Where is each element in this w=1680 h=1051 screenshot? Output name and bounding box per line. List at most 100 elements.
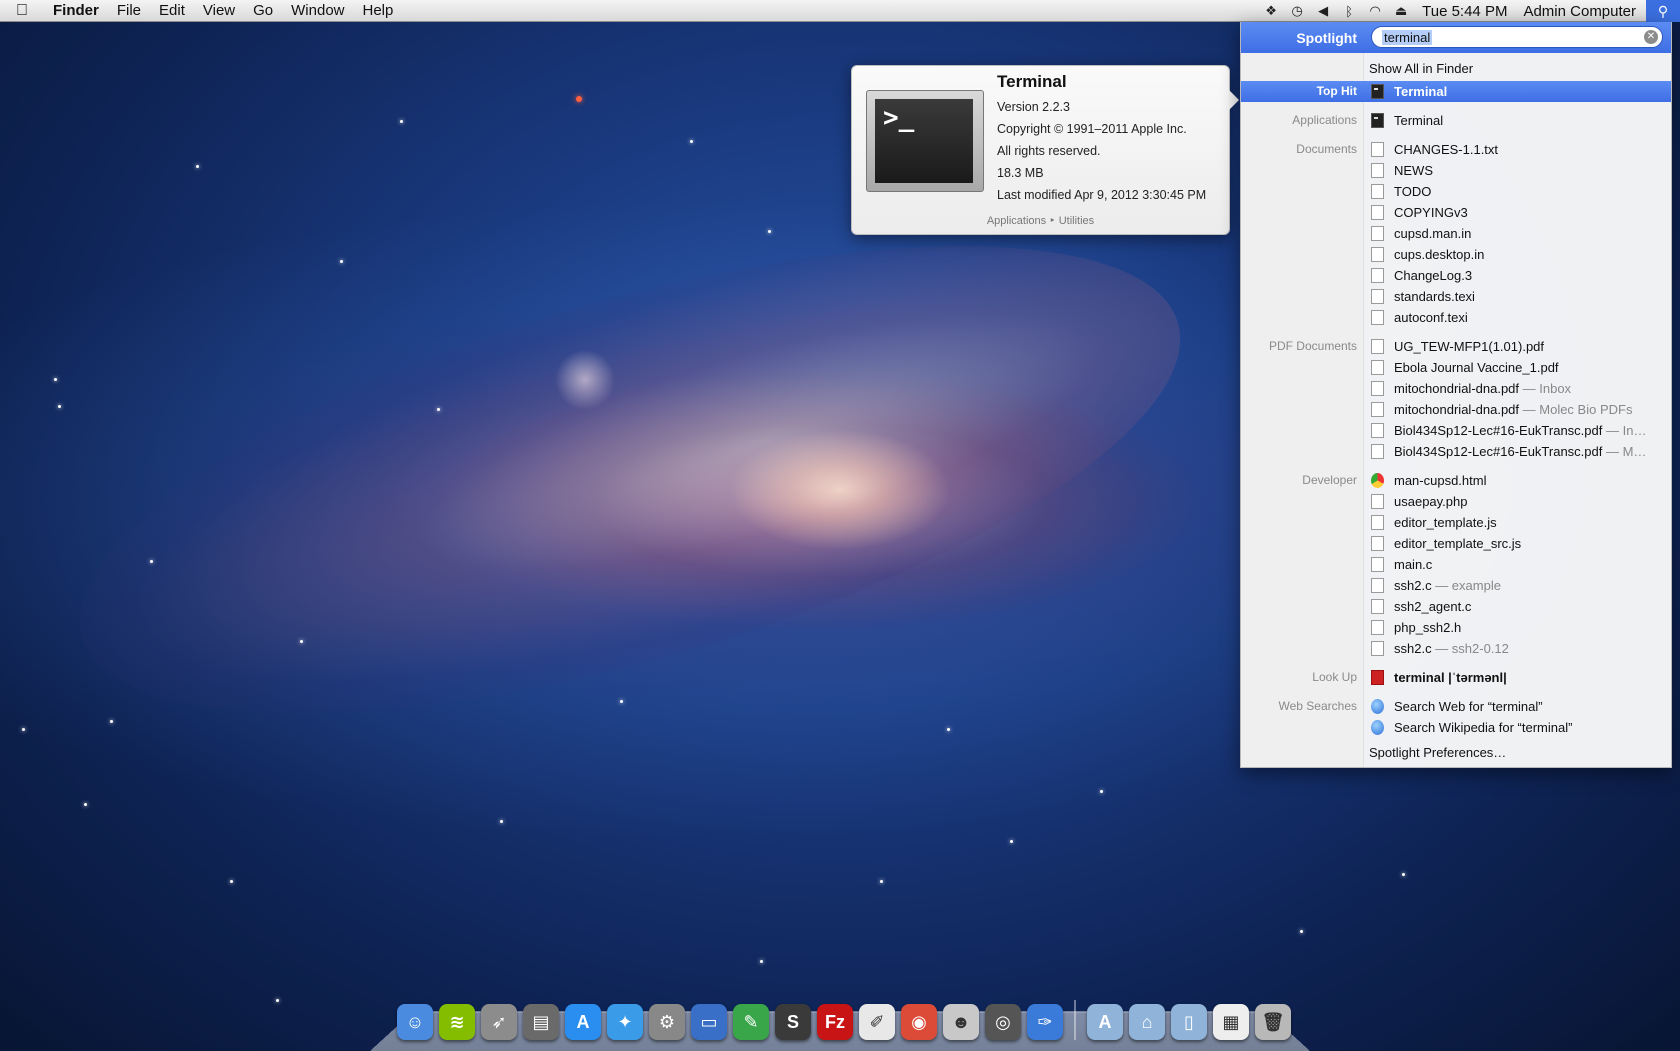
document-result[interactable]: TODO	[1241, 181, 1671, 202]
document-result[interactable]: NEWS	[1241, 160, 1671, 181]
preview-version: Version 2.2.3	[997, 100, 1070, 114]
result-name: Biol434Sp12-Lec#16-EukTransc.pdf	[1394, 444, 1603, 459]
system-preferences-icon[interactable]: ⚙	[649, 1004, 685, 1040]
top-hit-terminal[interactable]: Top Hit Terminal	[1241, 81, 1671, 102]
result-label: php_ssh2.h	[1394, 620, 1461, 635]
volume-icon[interactable]: ◀	[1310, 3, 1336, 19]
spotify-icon[interactable]: ≋	[439, 1004, 475, 1040]
photo-browser-icon[interactable]: ▤	[523, 1004, 559, 1040]
pdf-result[interactable]: mitochondrial-dna.pdf — Inbox	[1241, 378, 1671, 399]
result-name: man-cupsd.html	[1394, 473, 1487, 488]
pdf-result[interactable]: Ebola Journal Vaccine_1.pdf	[1241, 357, 1671, 378]
preview-title: Terminal	[997, 72, 1067, 91]
evernote-icon[interactable]: ✎	[733, 1004, 769, 1040]
spotlight-preferences[interactable]: Spotlight Preferences…	[1241, 742, 1671, 763]
developer-result[interactable]: main.c	[1241, 554, 1671, 575]
apple-menu-icon[interactable]: 	[0, 2, 44, 20]
star	[196, 165, 199, 168]
menu-help[interactable]: Help	[354, 2, 403, 19]
chrome-icon[interactable]: ◉	[901, 1004, 937, 1040]
pdf-result[interactable]: PDF Documents UG_TEW-MFP1(1.01).pdf	[1241, 336, 1671, 357]
wifi-icon[interactable]: ◠	[1362, 3, 1388, 19]
filezilla-icon[interactable]: Fz	[817, 1004, 853, 1040]
result-name: NEWS	[1394, 163, 1433, 178]
developer-result[interactable]: ssh2.c — example	[1241, 575, 1671, 596]
developer-result[interactable]: php_ssh2.h	[1241, 617, 1671, 638]
menu-clock[interactable]: Tue 5:44 PM	[1414, 3, 1515, 20]
clear-search-icon[interactable]: ✕	[1644, 30, 1658, 44]
document-result[interactable]: standards.texi	[1241, 286, 1671, 307]
pdf-icon	[1371, 423, 1384, 438]
menu-file[interactable]: File	[108, 2, 150, 19]
star	[110, 720, 113, 723]
show-all-in-finder[interactable]: Show All in Finder	[1241, 58, 1671, 79]
spotlight-search-input[interactable]: terminal ✕	[1371, 26, 1663, 48]
developer-result[interactable]: ssh2.c — ssh2-0.12	[1241, 638, 1671, 659]
result-label: editor_template.js	[1394, 515, 1497, 530]
eject-icon[interactable]: ⏏	[1388, 3, 1414, 19]
document-icon	[1371, 205, 1384, 220]
spotlight-title: Spotlight	[1296, 29, 1357, 46]
contacts-icon[interactable]: ☻	[943, 1004, 979, 1040]
developer-result[interactable]: editor_template.js	[1241, 512, 1671, 533]
menu-finder[interactable]: Finder	[44, 2, 108, 19]
pdf-result[interactable]: Biol434Sp12-Lec#16-EukTransc.pdf — M…	[1241, 441, 1671, 462]
preview-path[interactable]: Applications ‣ Utilities	[852, 214, 1229, 227]
result-name: ssh2_agent.c	[1394, 599, 1472, 614]
sublime-text-icon[interactable]: S	[775, 1004, 811, 1040]
globe-icon	[1371, 720, 1384, 735]
star	[1100, 790, 1103, 793]
menu-edit[interactable]: Edit	[150, 2, 194, 19]
menu-window[interactable]: Window	[282, 2, 353, 19]
pdf-result[interactable]: Biol434Sp12-Lec#16-EukTransc.pdf — In…	[1241, 420, 1671, 441]
finder-icon[interactable]: ☺	[397, 1004, 433, 1040]
downloads-folder-icon[interactable]: ▯	[1171, 1004, 1207, 1040]
result-label: cupsd.man.in	[1394, 226, 1471, 241]
star	[340, 260, 343, 263]
terminal-prompt-text: >_	[875, 99, 973, 183]
star	[1010, 840, 1013, 843]
spotlight-search-icon[interactable]: ⚲	[1646, 0, 1680, 22]
web-search-result[interactable]: Search Wikipedia for “terminal”	[1241, 717, 1671, 738]
pdf-result[interactable]: mitochondrial-dna.pdf — Molec Bio PDFs	[1241, 399, 1671, 420]
camera-app-icon[interactable]: ◎	[985, 1004, 1021, 1040]
pdf-icon	[1371, 339, 1384, 354]
search-query-text[interactable]: terminal	[1382, 29, 1433, 45]
result-name: Ebola Journal Vaccine_1.pdf	[1394, 360, 1559, 375]
user-menu[interactable]: Admin Computer	[1515, 3, 1646, 20]
dropbox-icon[interactable]: ❖	[1258, 3, 1284, 19]
trash-icon[interactable]: 🗑	[1255, 1004, 1291, 1040]
developer-result[interactable]: Developer man-cupsd.html	[1241, 470, 1671, 491]
result-name: terminal |ˈtərmənl|	[1394, 670, 1507, 685]
developer-result[interactable]: usaepay.php	[1241, 491, 1671, 512]
textedit-icon[interactable]: ✐	[859, 1004, 895, 1040]
document-result[interactable]: cups.desktop.in	[1241, 244, 1671, 265]
xcode-icon[interactable]: ✑	[1027, 1004, 1063, 1040]
time-machine-icon[interactable]: ◷	[1284, 3, 1310, 19]
document-result[interactable]: cupsd.man.in	[1241, 223, 1671, 244]
document-result[interactable]: COPYINGv3	[1241, 202, 1671, 223]
result-name: ssh2.c	[1394, 641, 1432, 656]
bluetooth-icon[interactable]: ᛒ	[1336, 4, 1362, 19]
launchpad-icon[interactable]: ➶	[481, 1004, 517, 1040]
spotlight-header: Spotlight terminal ✕	[1241, 22, 1671, 53]
app-result-terminal[interactable]: Applications Terminal	[1241, 110, 1671, 131]
document-result[interactable]: ChangeLog.3	[1241, 265, 1671, 286]
sql-file-icon[interactable]: ▦	[1213, 1004, 1249, 1040]
web-search-result[interactable]: Web Searches Search Web for “terminal”	[1241, 696, 1671, 717]
documents-folder-icon[interactable]: ⌂	[1129, 1004, 1165, 1040]
lookup-result[interactable]: Look Up terminal |ˈtərmənl|	[1241, 667, 1671, 688]
developer-result[interactable]: editor_template_src.js	[1241, 533, 1671, 554]
result-label: cups.desktop.in	[1394, 247, 1484, 262]
document-result[interactable]: Documents CHANGES-1.1.txt	[1241, 139, 1671, 160]
result-label: standards.texi	[1394, 289, 1475, 304]
keynote-icon[interactable]: ▭	[691, 1004, 727, 1040]
developer-result[interactable]: ssh2_agent.c	[1241, 596, 1671, 617]
safari-icon[interactable]: ✦	[607, 1004, 643, 1040]
menu-view[interactable]: View	[194, 2, 244, 19]
document-result[interactable]: autoconf.texi	[1241, 307, 1671, 328]
star	[58, 405, 61, 408]
app-store-icon[interactable]: A	[565, 1004, 601, 1040]
applications-folder-icon[interactable]: A	[1087, 1004, 1123, 1040]
menu-go[interactable]: Go	[244, 2, 282, 19]
